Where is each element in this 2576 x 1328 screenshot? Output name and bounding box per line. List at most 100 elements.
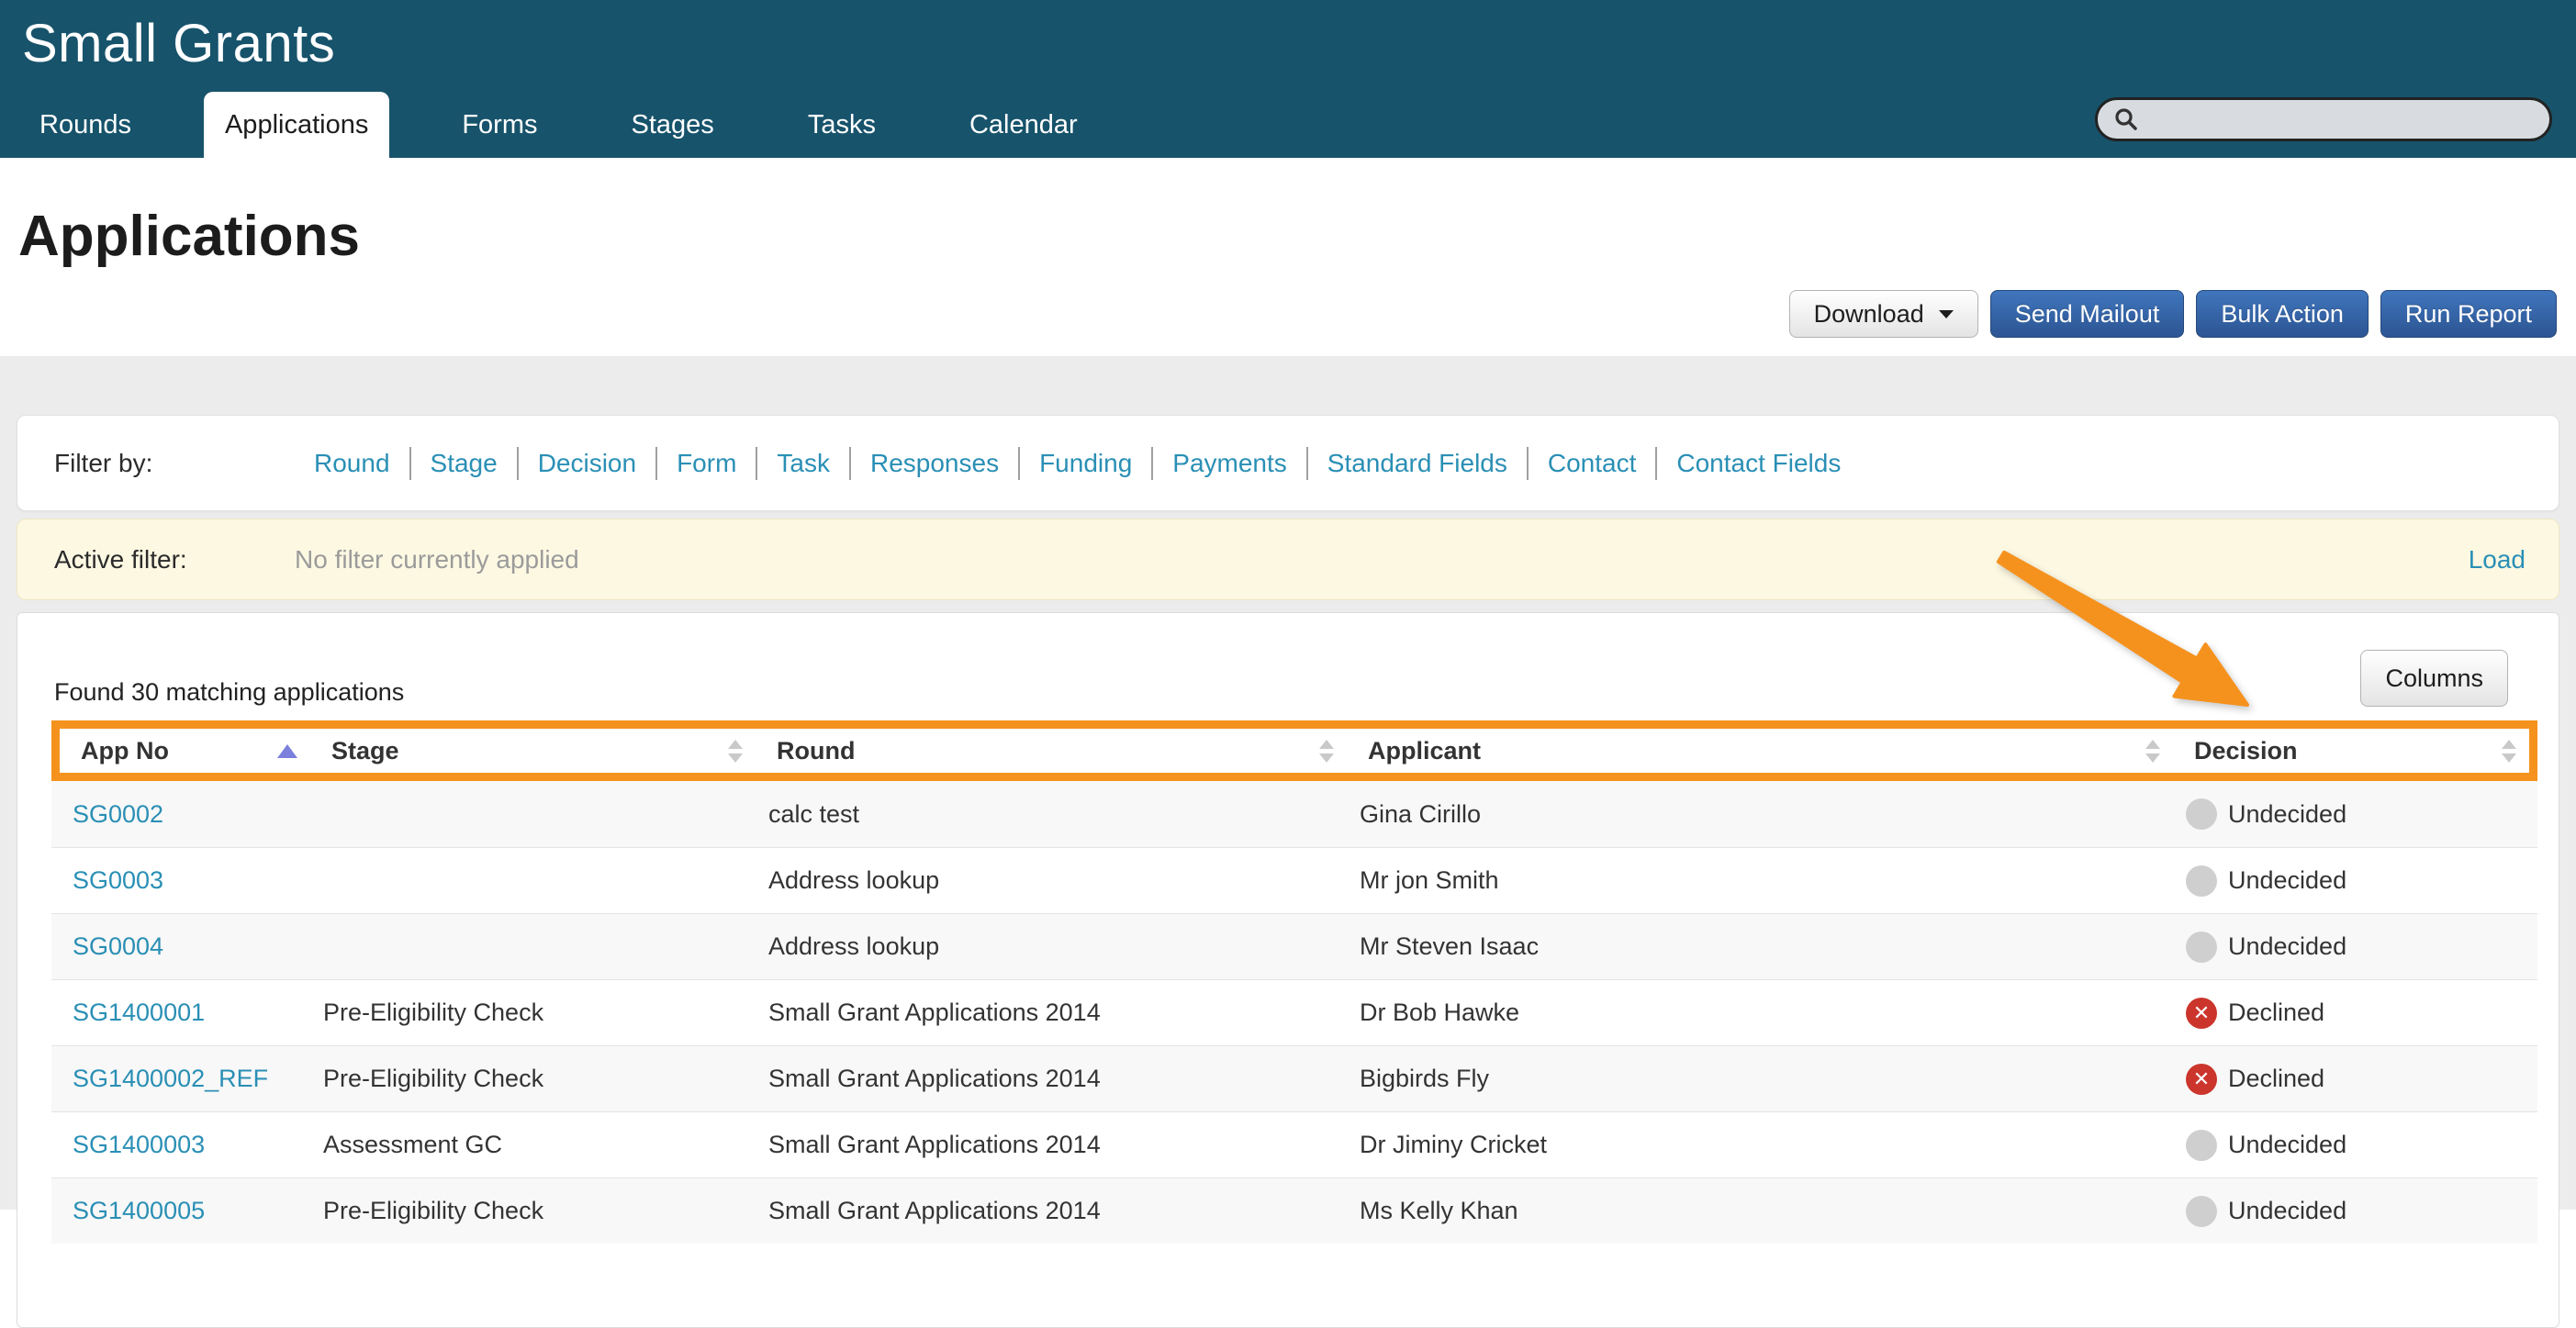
table-row: SG1400003Assessment GCSmall Grant Applic… [51, 1111, 2537, 1177]
run-report-button[interactable]: Run Report [2380, 290, 2557, 338]
application-link[interactable]: SG1400001 [73, 999, 205, 1026]
tab-applications[interactable]: Applications [204, 92, 389, 158]
application-link[interactable]: SG1400005 [73, 1197, 205, 1224]
filter-link-contact-fields[interactable]: Contact Fields [1657, 449, 1860, 478]
cell-round: Small Grant Applications 2014 [747, 999, 1338, 1027]
column-label: Round [777, 737, 855, 765]
sort-up-icon [1319, 740, 1334, 749]
column-label: App No [81, 737, 169, 765]
decision-undecided-icon [2186, 1196, 2217, 1227]
cell-app-no: SG1400005 [51, 1197, 302, 1225]
filter-links: RoundStageDecisionFormTaskResponsesFundi… [295, 447, 1860, 480]
column-header-stage[interactable]: Stage [310, 729, 756, 773]
decision-undecided-icon [2186, 932, 2217, 963]
sort-icon [2145, 740, 2160, 763]
cell-round: Small Grant Applications 2014 [747, 1197, 1338, 1225]
column-label: Applicant [1368, 737, 1481, 765]
cell-app-no: SG1400003 [51, 1131, 302, 1159]
decision-label: Undecided [2228, 932, 2346, 961]
decision-label: Declined [2228, 999, 2324, 1027]
tab-forms[interactable]: Forms [441, 92, 558, 158]
caret-down-icon [1939, 310, 1954, 318]
cell-decision: Undecided [2165, 865, 2537, 897]
table-row: SG0004Address lookupMr Steven IsaacUndec… [51, 913, 2537, 979]
download-button[interactable]: Download [1789, 290, 1978, 338]
filter-link-contact[interactable]: Contact [1529, 449, 1656, 478]
cell-applicant: Bigbirds Fly [1338, 1065, 2165, 1093]
filter-by-label: Filter by: [54, 449, 295, 478]
send-mailout-button[interactable]: Send Mailout [1990, 290, 2185, 338]
sort-down-icon [1319, 753, 1334, 763]
results-head: Found 30 matching applications Columns [17, 613, 2559, 720]
sort-icon [2502, 740, 2516, 763]
filter-link-task[interactable]: Task [757, 449, 849, 478]
cell-stage: Pre-Eligibility Check [302, 1197, 747, 1225]
search-icon [2112, 106, 2140, 133]
tab-stages[interactable]: Stages [610, 92, 735, 158]
main-nav: Rounds Applications Forms Stages Tasks Calend… [18, 92, 1150, 158]
cell-app-no: SG1400002_REF [51, 1065, 302, 1093]
filter-link-form[interactable]: Form [657, 449, 756, 478]
decision-label: Undecided [2228, 800, 2346, 829]
active-filter-bar: Active filter: No filter currently appli… [17, 519, 2559, 600]
load-filter-link[interactable]: Load [2469, 545, 2526, 575]
application-link[interactable]: SG1400003 [73, 1131, 205, 1158]
cell-decision: Undecided [2165, 1130, 2537, 1161]
applications-table: App No Stage Round Applicant Decision SG0002… [51, 720, 2537, 1244]
search-box[interactable] [2095, 97, 2552, 141]
filter-link-payments[interactable]: Payments [1153, 449, 1306, 478]
sort-icon [1319, 740, 1334, 763]
column-header-applicant[interactable]: Applicant [1347, 729, 2173, 773]
application-link[interactable]: SG0004 [73, 932, 163, 960]
sort-down-icon [728, 753, 743, 763]
columns-button[interactable]: Columns [2360, 650, 2508, 707]
decision-undecided-icon [2186, 1130, 2217, 1161]
tab-calendar[interactable]: Calendar [948, 92, 1099, 158]
application-link[interactable]: SG1400002_REF [73, 1065, 268, 1092]
sort-ascending-icon [277, 744, 297, 758]
bulk-action-button[interactable]: Bulk Action [2196, 290, 2369, 338]
cell-round: Address lookup [747, 866, 1338, 895]
decision-label: Undecided [2228, 1131, 2346, 1159]
tab-rounds[interactable]: Rounds [18, 92, 152, 158]
toolbar: Download Send Mailout Bulk Action Run Re… [1789, 290, 2557, 338]
app-title: Small Grants [0, 0, 2576, 74]
table-body: SG0002 calc testGina Cirillo Undecided SG00… [51, 781, 2537, 1244]
cell-round: Address lookup [747, 932, 1338, 961]
cell-app-no: SG0002 [51, 800, 302, 829]
cell-applicant: Gina Cirillo [1338, 800, 2165, 829]
search-input[interactable] [2149, 105, 2535, 135]
content-area: Filter by: RoundStageDecisionFormTaskRes… [0, 356, 2576, 1210]
decision-declined-icon: ✕ [2186, 998, 2217, 1029]
sort-up-icon [2502, 740, 2516, 749]
application-link[interactable]: SG0002 [73, 800, 163, 828]
tab-tasks[interactable]: Tasks [787, 92, 897, 158]
page-heading-section: Applications Download Send Mailout Bulk … [0, 158, 2576, 356]
cell-round: calc test [747, 800, 1338, 829]
decision-undecided-icon [2186, 798, 2217, 830]
sort-icon [728, 740, 743, 763]
filter-link-standard-fields[interactable]: Standard Fields [1308, 449, 1527, 478]
cell-round: Small Grant Applications 2014 [747, 1131, 1338, 1159]
column-header-round[interactable]: Round [756, 729, 1347, 773]
filter-link-stage[interactable]: Stage [411, 449, 517, 478]
column-header-app-no[interactable]: App No [60, 729, 310, 773]
table-row: SG1400001Pre-Eligibility CheckSmall Gran… [51, 979, 2537, 1045]
cell-app-no: SG0003 [51, 866, 302, 895]
filter-link-responses[interactable]: Responses [851, 449, 1018, 478]
cell-applicant: Ms Kelly Khan [1338, 1197, 2165, 1225]
filter-link-round[interactable]: Round [295, 449, 409, 478]
column-header-decision[interactable]: Decision [2173, 729, 2529, 773]
cell-applicant: Dr Jiminy Cricket [1338, 1131, 2165, 1159]
cell-stage: Pre-Eligibility Check [302, 1065, 747, 1093]
filter-link-decision[interactable]: Decision [519, 449, 655, 478]
decision-undecided-icon [2186, 865, 2217, 897]
sort-up-icon [2145, 740, 2160, 749]
filter-link-funding[interactable]: Funding [1020, 449, 1151, 478]
cell-app-no: SG1400001 [51, 999, 302, 1027]
results-summary: Found 30 matching applications [54, 678, 404, 707]
table-row: SG1400005 Pre-Eligibility CheckSmall Gran… [51, 1177, 2537, 1244]
application-link[interactable]: SG0003 [73, 866, 163, 894]
page-title: Applications [0, 158, 2576, 269]
filter-bar: Filter by: RoundStageDecisionFormTaskRes… [17, 415, 2559, 511]
